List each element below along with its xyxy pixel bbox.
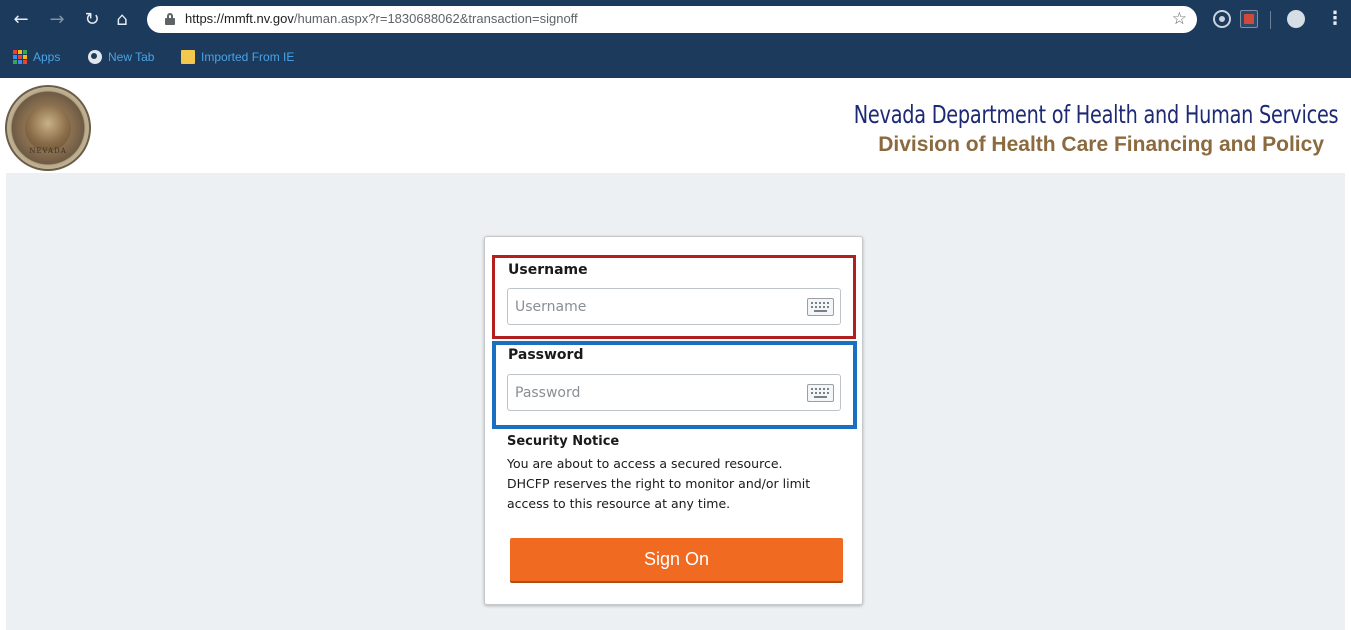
division-title: Division of Health Care Financing and Po… <box>878 133 1324 156</box>
bookmark-new-tab[interactable]: New Tab <box>88 48 154 66</box>
browser-chrome: ← → ↻ ⌂ https://mmft.nv.gov/human.aspx?r… <box>0 0 1351 78</box>
pdf-extension-icon[interactable] <box>1240 10 1258 28</box>
password-input[interactable] <box>508 375 798 410</box>
virtual-keyboard-icon[interactable] <box>807 384 834 402</box>
seal-text: NEVADA <box>29 147 67 155</box>
seal-center <box>25 105 71 151</box>
notice-line: DHCFP reserves the right to monitor and/… <box>507 476 811 491</box>
username-field[interactable] <box>507 288 841 325</box>
notice-line: You are about to access a secured resour… <box>507 456 783 471</box>
address-bar[interactable]: https://mmft.nv.gov/human.aspx?r=1830688… <box>147 6 1197 33</box>
globe-icon <box>88 50 102 64</box>
browser-toolbar: ← → ↻ ⌂ https://mmft.nv.gov/human.aspx?r… <box>0 0 1351 40</box>
password-label: Password <box>508 347 584 363</box>
forward-arrow-icon[interactable]: → <box>46 9 68 31</box>
star-icon[interactable]: ☆ <box>1172 9 1187 29</box>
lock-icon[interactable] <box>165 13 175 25</box>
password-field[interactable] <box>507 374 841 411</box>
department-title: Nevada Department of Health and Human Se… <box>853 100 1338 129</box>
nevada-state-seal: NEVADA <box>5 85 91 171</box>
url-text[interactable]: https://mmft.nv.gov/human.aspx?r=1830688… <box>185 11 578 26</box>
bookmark-imported-from-ie[interactable]: Imported From IE <box>181 48 294 66</box>
security-notice-text: You are about to access a secured resour… <box>507 454 852 514</box>
folder-icon <box>181 50 195 64</box>
kebab-menu-icon[interactable]: ⋮ <box>1326 8 1344 29</box>
bookmarks-bar: Apps New Tab Imported From IE <box>0 40 1351 78</box>
reload-icon[interactable]: ↻ <box>81 9 103 31</box>
username-label: Username <box>508 262 588 278</box>
back-arrow-icon[interactable]: ← <box>10 9 32 31</box>
username-input[interactable] <box>508 289 798 324</box>
bookmark-label: Apps <box>33 50 61 64</box>
toolbar-divider <box>1270 11 1271 29</box>
url-host: https://mmft.nv.gov <box>185 11 294 26</box>
url-path: /human.aspx?r=1830688062&transaction=sig… <box>293 11 578 26</box>
bookmark-label: New Tab <box>108 50 155 64</box>
home-icon[interactable]: ⌂ <box>111 9 133 31</box>
notice-line: access to this resource at any time. <box>507 496 731 511</box>
security-notice-title: Security Notice <box>507 434 620 449</box>
bookmark-apps[interactable]: Apps <box>13 48 60 66</box>
extension-icon[interactable] <box>1215 12 1229 26</box>
bookmark-label: Imported From IE <box>201 50 295 64</box>
profile-avatar-icon[interactable] <box>1287 10 1305 28</box>
apps-grid-icon <box>13 50 27 64</box>
sign-on-button[interactable]: Sign On <box>510 538 843 581</box>
virtual-keyboard-icon[interactable] <box>807 298 834 316</box>
